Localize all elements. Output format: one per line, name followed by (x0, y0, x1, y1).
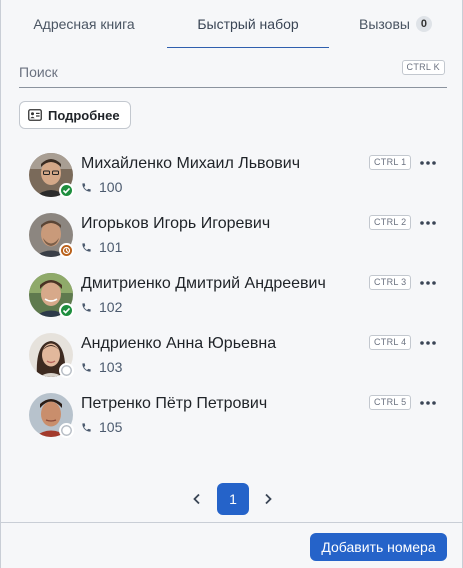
contact-card-icon (28, 109, 42, 121)
status-online-icon (59, 303, 74, 318)
page-button-current[interactable]: 1 (217, 483, 249, 515)
speed-dial-item[interactable]: Андриенко Анна Юрьевна 103 CTRL 4 (1, 333, 462, 393)
contact-number: 100 (99, 179, 123, 195)
contact-name: Петренко Пётр Петрович (81, 395, 268, 412)
speed-dial-shortcut: CTRL 2 (369, 215, 412, 230)
add-numbers-button[interactable]: Добавить номера (310, 533, 447, 561)
contact-number: 101 (99, 239, 123, 255)
contact-name: Игорьков Игорь Игоревич (81, 215, 271, 232)
status-offline-icon (59, 363, 74, 378)
contact-phone: 105 (81, 419, 122, 435)
tab-speed-dial[interactable]: Быстрый набор (167, 0, 329, 48)
phone-icon (82, 182, 91, 192)
speed-dial-item[interactable]: Дмитриенко Дмитрий Андреевич 102 CTRL 3 (1, 273, 462, 333)
contact-name: Андриенко Анна Юрьевна (81, 335, 277, 352)
contact-phone: 102 (81, 299, 122, 315)
chevron-left-icon[interactable] (187, 489, 207, 509)
tab-address-book[interactable]: Адресная книга (1, 0, 167, 48)
speed-dial-item[interactable]: Игорьков Игорь Игоревич 101 CTRL 2 (1, 213, 462, 273)
more-options-icon[interactable] (417, 215, 439, 231)
speed-dial-item[interactable]: Михайленко Михаил Львович 100 CTRL 1 (1, 153, 462, 213)
contact-phone: 100 (81, 179, 122, 195)
status-away-icon (59, 243, 74, 258)
footer: Добавить номера (1, 522, 462, 568)
speed-dial-shortcut: CTRL 5 (369, 395, 412, 410)
speed-dial-shortcut: CTRL 3 (369, 275, 412, 290)
contact-number: 102 (99, 299, 123, 315)
speed-dial-panel: Адресная книга Быстрый набор Вызовы 0 CT… (0, 0, 463, 568)
phone-icon (82, 302, 91, 312)
contact-name: Михайленко Михаил Львович (81, 155, 301, 172)
speed-dial-item[interactable]: Петренко Пётр Петрович 105 CTRL 5 (1, 393, 462, 453)
tab-bar: Адресная книга Быстрый набор Вызовы 0 (1, 0, 462, 48)
details-button[interactable]: Подробнее (19, 101, 131, 129)
tab-label: Адресная книга (33, 16, 135, 32)
phone-icon (82, 422, 91, 432)
status-online-icon (59, 183, 74, 198)
speed-dial-shortcut: CTRL 1 (369, 155, 412, 170)
search-shortcut-hint: CTRL K (401, 60, 445, 75)
more-options-icon[interactable] (417, 395, 439, 411)
pagination: 1 (1, 483, 462, 515)
phone-icon (82, 242, 91, 252)
tab-calls[interactable]: Вызовы 0 (329, 0, 462, 48)
calls-count-badge: 0 (415, 16, 432, 32)
search-input[interactable] (19, 60, 389, 84)
search-field: CTRL K (19, 56, 447, 88)
speed-dial-shortcut: CTRL 4 (369, 335, 412, 350)
more-options-icon[interactable] (417, 335, 439, 351)
phone-icon (82, 362, 91, 372)
contact-phone: 103 (81, 359, 122, 375)
details-button-label: Подробнее (48, 107, 120, 123)
chevron-right-icon[interactable] (258, 489, 278, 509)
contact-number: 105 (99, 419, 123, 435)
contact-name: Дмитриенко Дмитрий Андреевич (81, 275, 326, 292)
contact-number: 103 (99, 359, 123, 375)
contact-phone: 101 (81, 239, 122, 255)
tab-label: Быстрый набор (197, 16, 299, 32)
more-options-icon[interactable] (417, 275, 439, 291)
status-offline-icon (59, 423, 74, 438)
tab-label: Вызовы (359, 16, 410, 32)
more-options-icon[interactable] (417, 155, 439, 171)
